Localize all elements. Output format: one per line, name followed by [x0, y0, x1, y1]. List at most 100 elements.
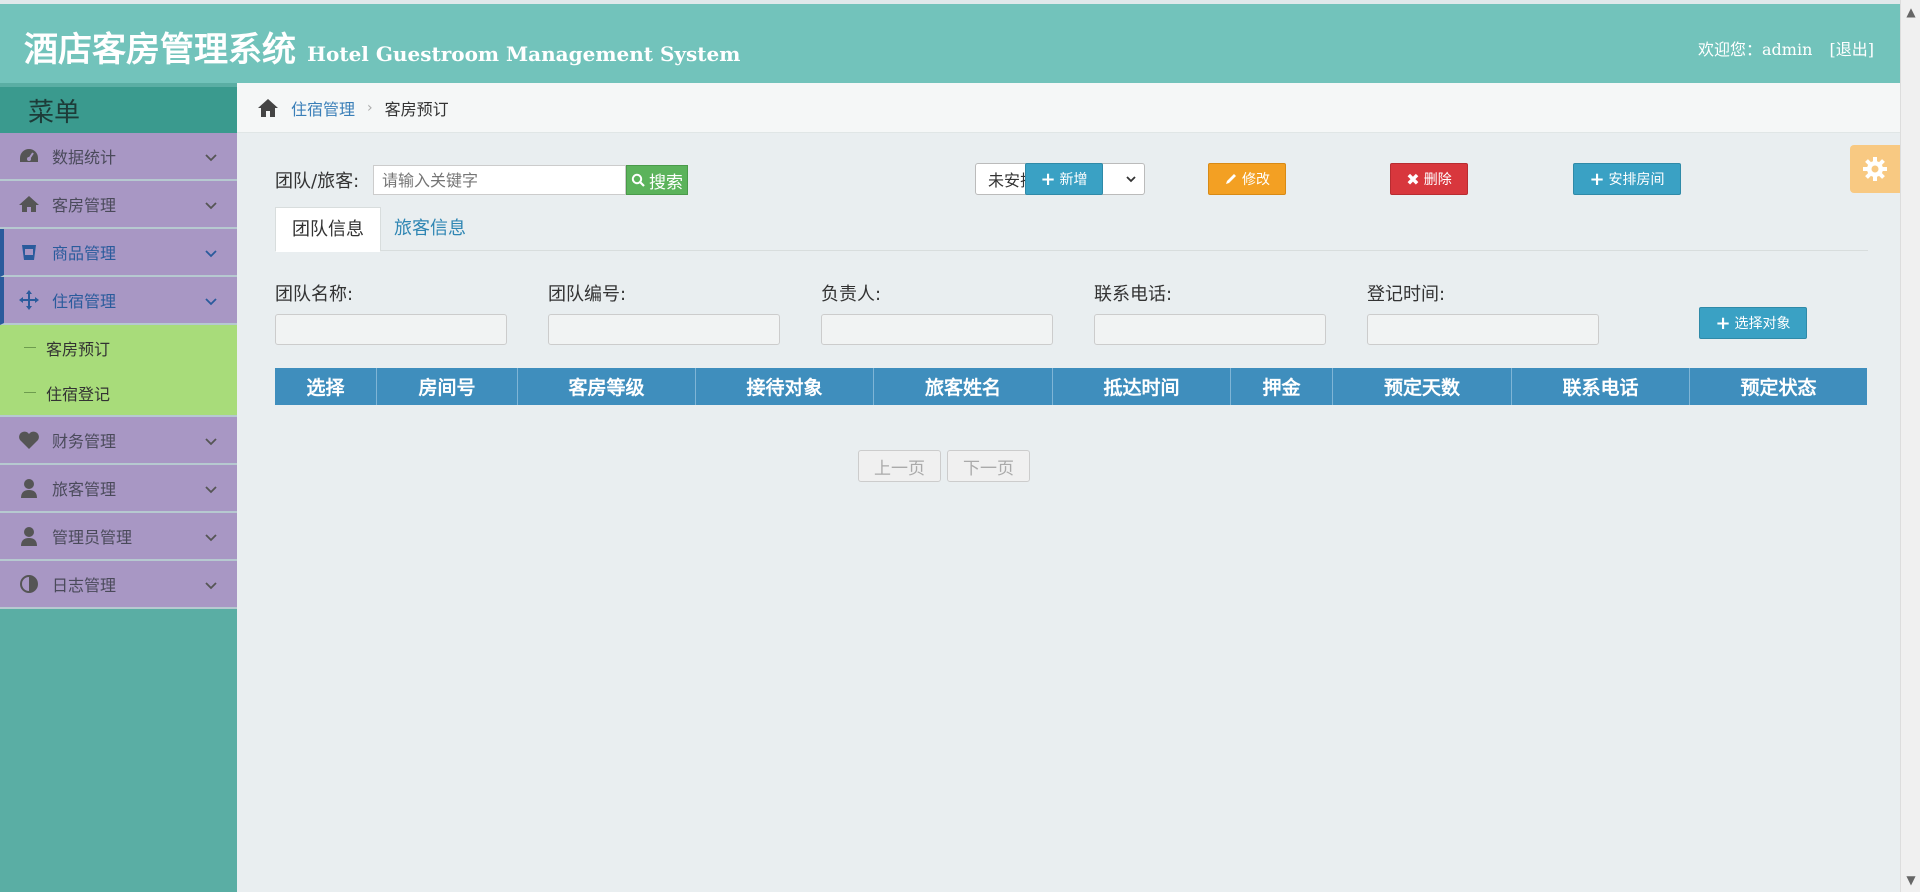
delete-button-label: 删除: [1423, 172, 1452, 188]
team-name-label: 团队名称:: [275, 284, 354, 305]
sidebar-item-guests[interactable]: 旅客管理: [0, 465, 237, 513]
scroll-down-icon[interactable]: ▼: [1901, 870, 1920, 890]
info-tabs: 团队信息 旅客信息: [275, 207, 1868, 252]
next-page-button[interactable]: 下一页: [947, 450, 1030, 482]
table-header-cell: 联系电话: [1512, 368, 1690, 405]
search-input[interactable]: [373, 165, 626, 195]
welcome-text: 欢迎您：admin: [1698, 40, 1813, 59]
scroll-up-icon[interactable]: ▲: [1901, 2, 1920, 22]
breadcrumb-parent[interactable]: 住宿管理: [291, 96, 355, 120]
app-title-cn: 酒店客房管理系统: [24, 30, 296, 70]
sidebar-item-label: 旅客管理: [52, 480, 117, 499]
home-icon: [16, 193, 42, 215]
pagination: 上一页 下一页: [858, 450, 1030, 482]
phone-label: 联系电话:: [1094, 284, 1173, 305]
reg-time-field: 登记时间:: [1367, 280, 1599, 345]
delete-button[interactable]: ✖ 删除: [1390, 163, 1468, 195]
sidebar-item-label: 住宿管理: [52, 292, 117, 311]
app-title-en: Hotel Guestroom Management System: [307, 42, 741, 66]
add-button-label: 新增: [1059, 172, 1088, 188]
page-scrollbar[interactable]: ▲ ▼: [1900, 0, 1920, 892]
sidebar-item-statistics[interactable]: 数据统计: [0, 133, 237, 181]
sidebar: 菜单 数据统计 客房管理 商品管理 住宿管理 客房预订 住宿登记 财务管理 旅客…: [0, 83, 237, 892]
search-button[interactable]: 搜索: [626, 165, 688, 195]
search-icon: [631, 173, 645, 187]
table-header-cell: 押金: [1231, 368, 1333, 405]
select-target-button-label: 选择对象: [1734, 316, 1791, 332]
edit-button[interactable]: 修改: [1208, 163, 1286, 195]
home-icon[interactable]: [257, 98, 279, 118]
arrange-room-button-label: 安排房间: [1608, 172, 1665, 188]
table-header-cell: 预定天数: [1333, 368, 1512, 405]
tab-team-info[interactable]: 团队信息: [275, 207, 381, 252]
chevron-down-icon: [205, 250, 217, 258]
edit-button-label: 修改: [1242, 172, 1270, 188]
sidebar-item-label: 日志管理: [52, 576, 117, 595]
sidebar-item-finance[interactable]: 财务管理: [0, 417, 237, 465]
gear-icon: [1863, 157, 1887, 181]
table-header-cell: 抵达时间: [1053, 368, 1231, 405]
chevron-down-icon: [205, 534, 217, 542]
main-content: 住宿管理 › 客房预订 团队/旅客: 搜索 未安排 + 新增 修改 ✖ 删除 +…: [237, 83, 1900, 892]
user-icon: [16, 477, 42, 499]
search-label: 团队/旅客:: [275, 171, 360, 192]
leader-field: 负责人:: [821, 280, 1053, 345]
move-icon: [16, 289, 42, 311]
phone-input[interactable]: [1094, 314, 1326, 345]
top-header: 酒店客房管理系统 Hotel Guestroom Management Syst…: [0, 0, 1900, 83]
chevron-down-icon: [205, 438, 217, 446]
brand: 酒店客房管理系统 Hotel Guestroom Management Syst…: [24, 22, 740, 71]
close-icon: ✖: [1406, 169, 1420, 189]
user-box: 欢迎您：admin [退出]: [1698, 36, 1874, 60]
booking-table-header: 选择 房间号 客房等级 接待对象 旅客姓名 抵达时间 押金 预定天数 联系电话 …: [275, 368, 1867, 405]
tab-guest-info[interactable]: 旅客信息: [378, 207, 482, 252]
dashboard-icon: [16, 145, 42, 167]
pencil-icon: [1226, 174, 1236, 184]
arrange-room-button[interactable]: + 安排房间: [1573, 163, 1681, 195]
menu-title: 菜单: [0, 83, 237, 133]
sidebar-item-goods[interactable]: 商品管理: [0, 229, 237, 277]
chevron-down-icon: [205, 154, 217, 162]
settings-tab[interactable]: [1850, 145, 1900, 193]
team-name-input[interactable]: [275, 314, 507, 345]
team-name-field: 团队名称:: [275, 280, 507, 345]
prev-page-button[interactable]: 上一页: [858, 450, 941, 482]
sidebar-item-rooms[interactable]: 客房管理: [0, 181, 237, 229]
plus-icon: +: [1589, 168, 1605, 190]
sidebar-item-label: 管理员管理: [52, 528, 133, 547]
search-button-label: 搜索: [649, 172, 683, 193]
reg-time-label: 登记时间:: [1367, 284, 1446, 305]
table-header-cell: 旅客姓名: [874, 368, 1053, 405]
team-no-field: 团队编号:: [548, 280, 780, 345]
adjust-icon: [16, 573, 42, 595]
sidebar-item-label: 客房管理: [52, 196, 117, 215]
sidebar-item-label: 商品管理: [52, 244, 117, 263]
table-header-cell: 接待对象: [696, 368, 874, 405]
submenu-item-checkin[interactable]: 住宿登记: [0, 370, 237, 415]
sidebar-item-admins[interactable]: 管理员管理: [0, 513, 237, 561]
phone-field: 联系电话:: [1094, 280, 1326, 345]
cup-icon: [16, 241, 42, 263]
select-target-button[interactable]: + 选择对象: [1699, 307, 1807, 339]
leader-input[interactable]: [821, 314, 1053, 345]
user-icon: [16, 525, 42, 547]
sidebar-item-accommodation[interactable]: 住宿管理: [0, 277, 237, 325]
chevron-down-icon: [1126, 176, 1136, 183]
submenu-accommodation: 客房预订 住宿登记: [0, 325, 237, 417]
team-no-input[interactable]: [548, 314, 780, 345]
sidebar-item-label: 财务管理: [52, 432, 117, 451]
add-button[interactable]: + 新增: [1025, 163, 1103, 195]
sidebar-item-logs[interactable]: 日志管理: [0, 561, 237, 609]
reg-time-input[interactable]: [1367, 314, 1599, 345]
chevron-down-icon: [205, 202, 217, 210]
sidebar-item-label: 数据统计: [52, 148, 117, 167]
leader-label: 负责人:: [821, 284, 882, 305]
breadcrumb: 住宿管理 › 客房预订: [237, 83, 1900, 133]
submenu-item-room-booking[interactable]: 客房预订: [0, 325, 237, 370]
logout-link[interactable]: [退出]: [1830, 40, 1875, 59]
table-header-cell: 房间号: [377, 368, 518, 405]
table-header-cell: 预定状态: [1740, 377, 1817, 399]
table-header-cell: 选择: [275, 368, 377, 405]
heart-icon: [16, 429, 42, 451]
breadcrumb-separator-icon: ›: [367, 99, 373, 116]
